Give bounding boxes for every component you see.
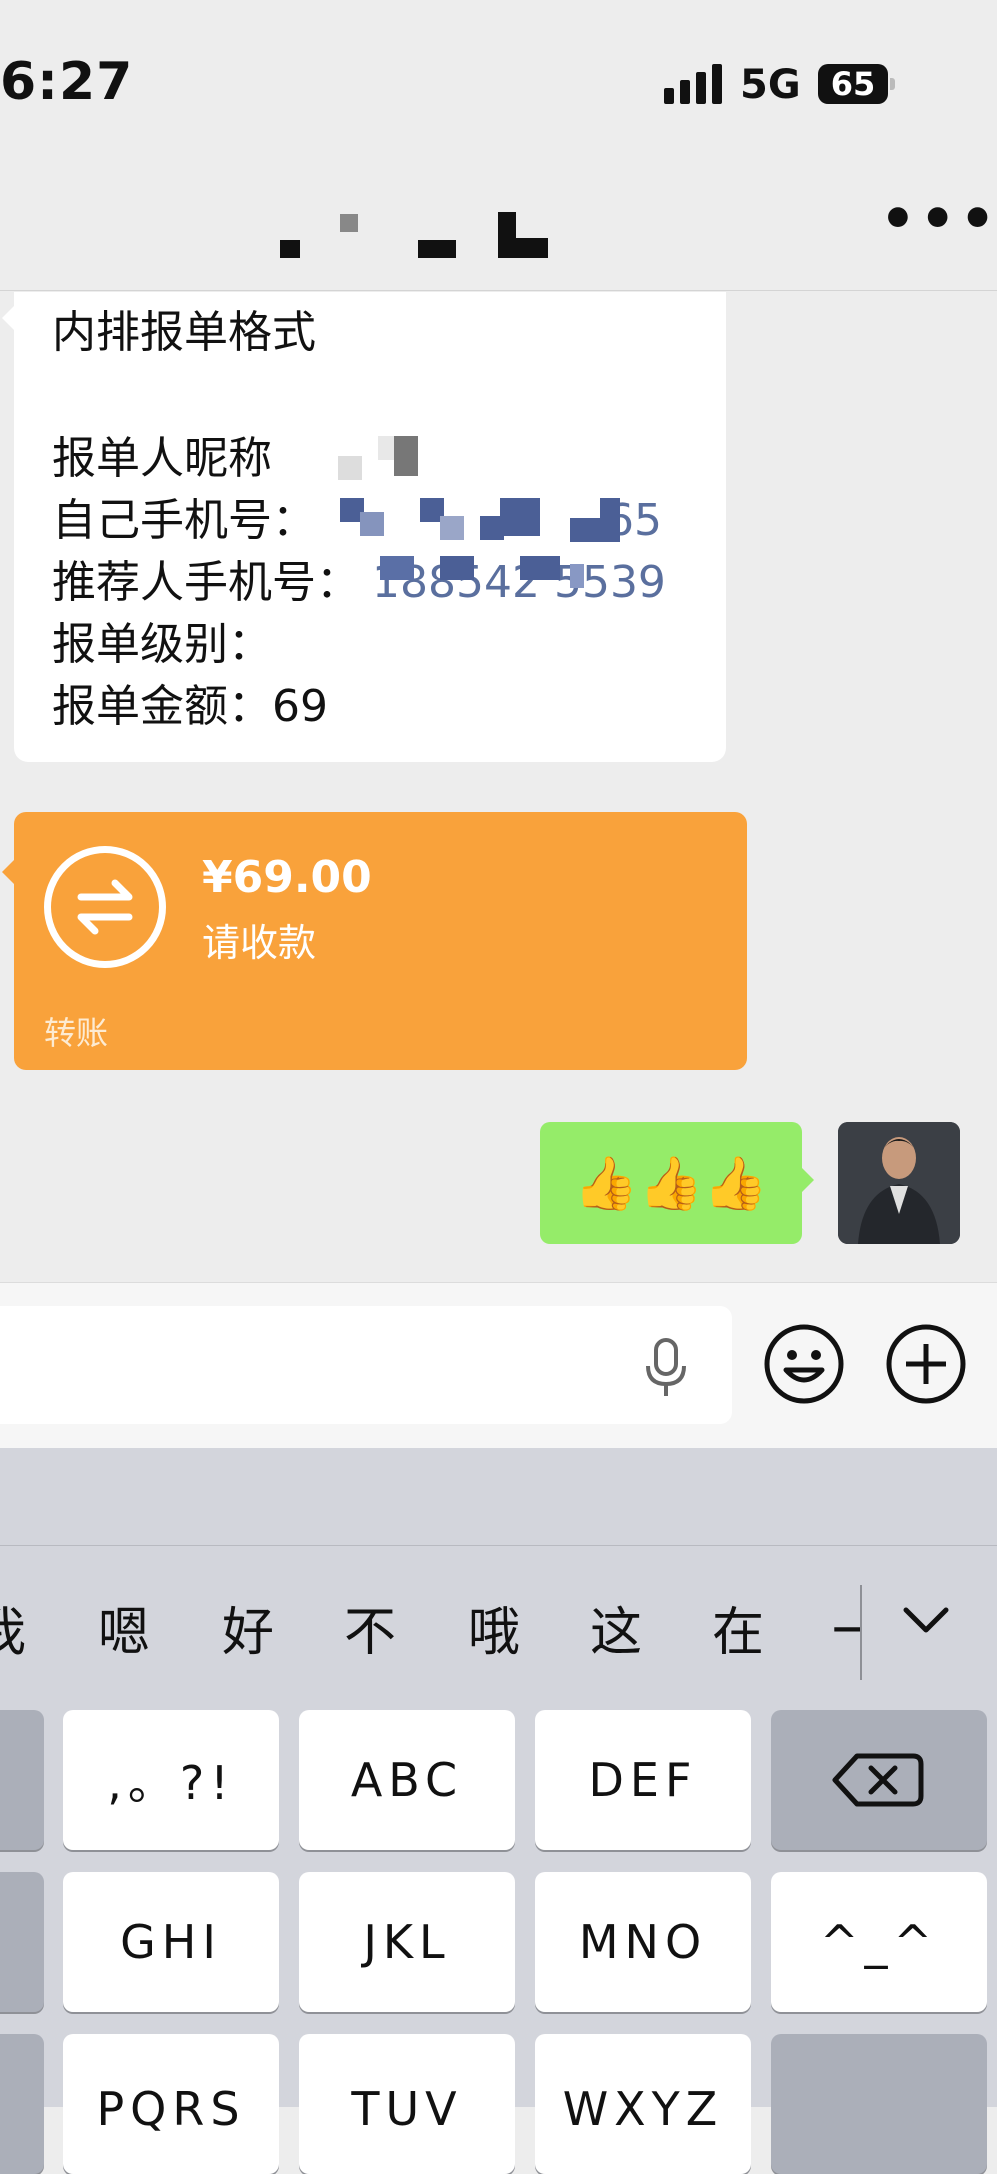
candidate-word[interactable]: 好 (222, 1590, 274, 1665)
key-pqrs[interactable]: PQRS (63, 2034, 279, 2174)
right-function-key[interactable] (771, 2034, 987, 2174)
candidate-word[interactable]: 嗯 (98, 1590, 150, 1665)
backspace-key[interactable] (771, 1710, 987, 1850)
chat-title-redacted (270, 210, 570, 258)
plus-icon[interactable] (884, 1322, 968, 1406)
left-function-key[interactable] (0, 2034, 44, 2174)
candidate-word[interactable]: 不 (344, 1590, 396, 1665)
avatar[interactable] (838, 1122, 960, 1244)
candidate-word[interactable]: 哦 (468, 1590, 520, 1665)
candidate-separator (0, 1545, 997, 1546)
referrer-phone-value: 188542 5539 (372, 557, 666, 608)
more-options-icon[interactable]: ••• (880, 192, 997, 248)
candidate-word[interactable]: 我 (0, 1590, 26, 1665)
key-def[interactable]: DEF (535, 1710, 751, 1850)
message-input[interactable] (0, 1306, 732, 1424)
signal-icon (664, 64, 722, 104)
reply-bubble[interactable]: 👍👍👍 (540, 1122, 814, 1244)
transfer-amount: ¥69.00 (202, 852, 372, 903)
key-ghi[interactable]: GHI (63, 1872, 279, 2012)
key-punctuation[interactable]: ,。?! (63, 1710, 279, 1850)
message-line-level: 报单级别： (52, 619, 272, 670)
network-label: 5G (740, 62, 801, 108)
chevron-down-icon[interactable] (900, 1600, 952, 1640)
candidate-word[interactable]: 在 (712, 1590, 764, 1665)
amount-value: 69 (272, 681, 328, 732)
key-emoticon[interactable]: ^_^ (771, 1872, 987, 2012)
transfer-icon (44, 846, 166, 968)
referrer-phone-label: 推荐人手机号： (52, 557, 360, 608)
key-mno[interactable]: MNO (535, 1872, 751, 2012)
battery-tip (890, 78, 895, 90)
own-phone-label: 自己手机号： (52, 495, 316, 546)
candidate-divider (860, 1585, 862, 1680)
amount-label: 报单金额： (52, 681, 272, 732)
transfer-label: 转账 (44, 1014, 109, 1052)
status-time: 6:27 (0, 52, 134, 112)
message-line-amount: 报单金额：69 (52, 670, 328, 734)
message-line-title: 内排报单格式 (52, 307, 316, 358)
emoji-icon[interactable] (762, 1322, 846, 1406)
battery-icon: 65 (818, 64, 888, 104)
transfer-status: 请收款 (202, 921, 317, 965)
candidate-word[interactable]: 一 (832, 1590, 860, 1665)
key-tuv[interactable]: TUV (299, 2034, 515, 2174)
candidate-word[interactable]: 这 (590, 1590, 642, 1665)
key-wxyz[interactable]: WXYZ (535, 2034, 751, 2174)
key-abc[interactable]: ABC (299, 1710, 515, 1850)
header-divider (0, 290, 997, 291)
left-function-key[interactable] (0, 1710, 44, 1850)
transfer-bubble[interactable]: ¥69.00 请收款 转账 (2, 812, 747, 1070)
microphone-icon[interactable] (640, 1338, 692, 1400)
key-jkl[interactable]: JKL (299, 1872, 515, 2012)
left-function-key[interactable] (0, 1872, 44, 2012)
message-line-nickname: 报单人昵称 (52, 433, 272, 484)
